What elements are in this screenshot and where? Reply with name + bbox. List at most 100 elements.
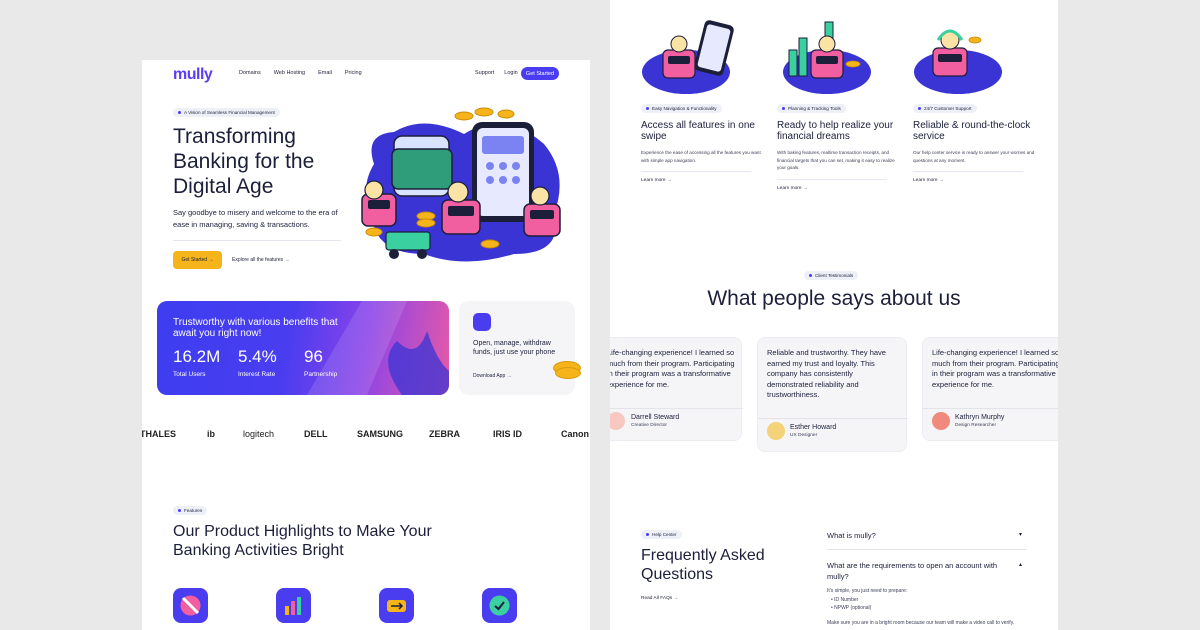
features-title: Our Product Highlights to Make Your Bank… (173, 523, 432, 559)
coin-icon (555, 367, 581, 379)
navigation-learn-more-link[interactable]: Learn more → (641, 178, 672, 183)
testimonial-name: Kathryn Murphy (955, 414, 1005, 421)
dot-icon (178, 509, 181, 512)
hero-subtitle: Say goodbye to misery and welcome to the… (173, 208, 338, 229)
faq-answer-item: • ID Number (831, 597, 859, 603)
logo-canon: Canon (561, 429, 589, 439)
planning-description: With baking features, realtime transacti… (777, 150, 895, 170)
support-learn-more-link[interactable]: Learn more → (913, 178, 944, 183)
chevron-down-icon[interactable]: ▾ (1019, 531, 1022, 538)
support-title: Reliable & round-the-clock service (913, 120, 1031, 142)
faq-title: Frequently Asked Questions (641, 547, 765, 583)
app-card-text: Open, manage, withdraw funds, just use y… (473, 340, 556, 356)
stat-total-users: 16.2M Total Users (173, 347, 221, 378)
planning-illustration (783, 21, 871, 94)
testimonial-quote: Life-changing experience! I learned so m… (932, 348, 1058, 389)
avatar (767, 422, 785, 440)
dot-icon (646, 533, 649, 536)
testimonial-role: Creative Director (631, 423, 667, 428)
download-app-link[interactable]: Download App → (473, 373, 512, 379)
testimonial-card: Life-changing experience! I learned so m… (922, 337, 1058, 441)
top-nav: mully Domains Web Hosting Email Pricing … (142, 60, 590, 88)
dot-icon (178, 111, 181, 114)
nav-link-pricing[interactable]: Pricing (345, 70, 362, 76)
logo-dell: DELL (304, 429, 328, 439)
logo-iris-id: IRIS ID (493, 429, 523, 439)
feature-icon-analytics (276, 588, 311, 623)
hero-illustration (361, 107, 561, 262)
nav-right: Support Login (475, 70, 518, 76)
feature-icon-no-fees (173, 588, 208, 623)
dot-icon (918, 107, 921, 110)
testimonial-name: Darrell Steward (631, 414, 680, 421)
testimonials-title: What people says about us (707, 287, 961, 310)
support-pill: 24/7 Customer Support (913, 104, 977, 113)
feature-column-navigation: Easy Navigation & Functionality Access a… (641, 0, 761, 200)
feature-icon-security (482, 588, 517, 623)
navigation-pill: Easy Navigation & Functionality (641, 104, 722, 113)
features-pill: Features (173, 506, 208, 515)
testimonial-divider (923, 408, 1058, 409)
nav-link-email[interactable]: Email (318, 70, 332, 76)
testimonial-role: Design Researcher (955, 423, 997, 428)
get-started-nav-button[interactable]: Get Started (521, 67, 559, 80)
dot-icon (809, 274, 812, 277)
hero-title: Transforming Banking for the Digital Age (173, 125, 315, 198)
stat-interest-rate: 5.4% Interest Rate (238, 347, 277, 378)
read-all-faqs-link[interactable]: Read All FAQs → (641, 596, 678, 601)
faq-question[interactable]: What are the requirements to open an acc… (827, 560, 1007, 582)
faq-answer-intro: It's simple, you just need to prepare: (827, 588, 908, 594)
mully-logo[interactable]: mully (173, 66, 213, 84)
testimonial-quote: Reliable and trustworthy. They have earn… (767, 348, 886, 399)
navigation-divider (641, 171, 751, 172)
landing-page-left: mully Domains Web Hosting Email Pricing … (142, 60, 590, 630)
faq-answer-more: Make sure you are in a bright room becau… (827, 620, 1015, 626)
testimonial-card: Reliable and trustworthy. They have earn… (757, 337, 908, 452)
navigation-description: Experience the ease of accessing all the… (641, 150, 761, 163)
faq-divider (827, 549, 1027, 550)
nav-link-login[interactable]: Login (504, 70, 517, 76)
app-icon (473, 313, 491, 331)
dot-icon (646, 107, 649, 110)
stats-banner: Trustworthy with various benefits that a… (157, 301, 449, 395)
avatar (932, 412, 950, 430)
planning-pill: Planning & Tracking Tools (777, 104, 846, 113)
help-center-pill: Help Center (641, 530, 682, 539)
logo-logitech: logitech (243, 429, 275, 439)
hero-divider (173, 240, 341, 241)
chevron-up-icon[interactable]: ▴ (1019, 561, 1022, 568)
support-description: Our help center service is ready to answ… (913, 150, 1035, 163)
feature-icon-transfer (379, 588, 414, 623)
logo-ib: ib (207, 429, 215, 439)
nav-links: Domains Web Hosting Email Pricing (239, 70, 362, 76)
support-illustration (914, 29, 1002, 94)
testimonial-role: UX Designer (790, 433, 818, 438)
testimonial-divider (610, 408, 743, 409)
planning-learn-more-link[interactable]: Learn more → (777, 186, 808, 191)
landing-page-right: Easy Navigation & Functionality Access a… (610, 0, 1058, 630)
download-app-card: Open, manage, withdraw funds, just use y… (459, 301, 581, 395)
testimonial-name: Esther Howard (790, 424, 837, 431)
get-started-button[interactable]: Get Started → (173, 251, 222, 269)
nav-link-web-hosting[interactable]: Web Hosting (274, 70, 305, 76)
stat-partnership: 96 Partnership (304, 347, 338, 378)
logo-thales: THALES (142, 429, 176, 439)
navigation-illustration (642, 20, 734, 94)
testimonial-quote: Life-changing experience! I learned so m… (610, 348, 735, 389)
nav-link-domains[interactable]: Domains (239, 70, 261, 76)
nav-link-support[interactable]: Support (475, 70, 494, 76)
partner-logos: THALES ib logitech DELL SAMSUNG ZEBRA IR… (142, 425, 590, 445)
navigation-title: Access all features in one swipe (641, 120, 755, 142)
avatar (610, 412, 625, 430)
testimonial-divider (758, 418, 908, 419)
explore-features-link[interactable]: Explore all the features → (232, 257, 290, 263)
testimonials-pill: Client Testimonials (804, 271, 859, 280)
dot-icon (782, 107, 785, 110)
feature-column-planning: Planning & Tracking Tools Ready to help … (777, 0, 897, 200)
stats-title: Trustworthy with various benefits that a… (173, 317, 338, 339)
planning-divider (777, 179, 887, 180)
logo-samsung: SAMSUNG (357, 429, 404, 439)
logo-zebra: ZEBRA (429, 429, 460, 439)
faq-question[interactable]: What is mully? (827, 530, 1027, 541)
planning-title: Ready to help realize your financial dre… (777, 120, 894, 142)
